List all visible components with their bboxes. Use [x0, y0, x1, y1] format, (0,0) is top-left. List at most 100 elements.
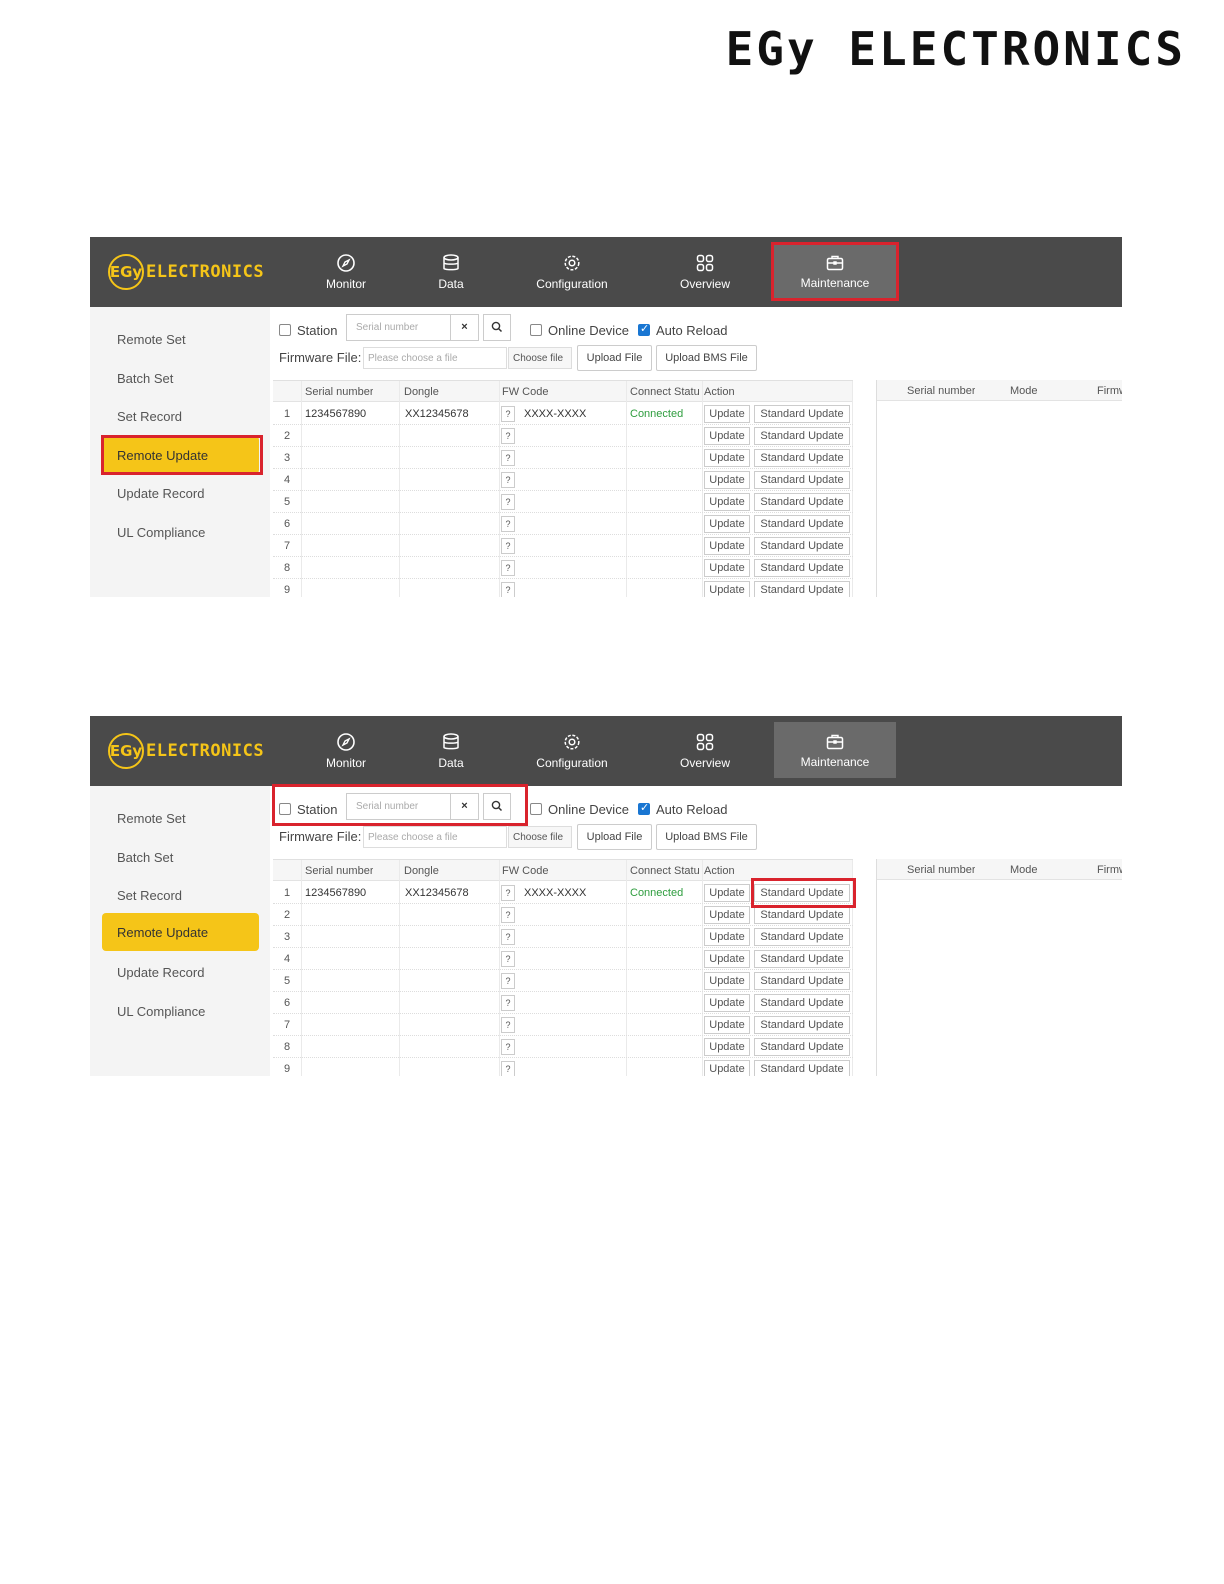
- standard-update-button[interactable]: Standard Update: [754, 449, 850, 467]
- nav-configuration[interactable]: Configuration: [520, 237, 624, 307]
- standard-update-button[interactable]: Standard Update: [754, 581, 850, 597]
- sidebar-item-set-record[interactable]: Set Record: [117, 888, 182, 903]
- upload-bms-file-button[interactable]: Upload BMS File: [656, 824, 757, 850]
- fw-help-button[interactable]: ?: [501, 516, 515, 532]
- standard-update-button[interactable]: Standard Update: [754, 471, 850, 489]
- standard-update-button[interactable]: Standard Update: [754, 906, 850, 924]
- standard-update-button[interactable]: Standard Update: [754, 972, 850, 990]
- table-row[interactable]: 4? Update Standard Update: [273, 948, 853, 970]
- nav-configuration[interactable]: Configuration: [520, 716, 624, 786]
- update-button[interactable]: Update: [704, 515, 750, 533]
- table-row[interactable]: 9? Update Standard Update: [273, 1058, 853, 1076]
- standard-update-button[interactable]: Standard Update: [754, 559, 850, 577]
- table-row[interactable]: 7? Update Standard Update: [273, 1014, 853, 1036]
- fw-help-button[interactable]: ?: [501, 428, 515, 444]
- table-row[interactable]: 4? Update Standard Update: [273, 469, 853, 491]
- fw-help-button[interactable]: ?: [501, 1017, 515, 1033]
- update-button[interactable]: Update: [704, 1038, 750, 1056]
- sidebar-item-remote-update[interactable]: Remote Update: [102, 913, 259, 951]
- fw-help-button[interactable]: ?: [501, 406, 515, 422]
- standard-update-button[interactable]: Standard Update: [754, 928, 850, 946]
- firmware-file-input[interactable]: Please choose a file: [363, 347, 507, 369]
- sidebar-item-batch-set[interactable]: Batch Set: [117, 371, 173, 386]
- standard-update-button[interactable]: Standard Update: [754, 1060, 850, 1076]
- table-row[interactable]: 7? Update Standard Update: [273, 535, 853, 557]
- nav-data[interactable]: Data: [415, 716, 487, 786]
- upload-file-button[interactable]: Upload File: [577, 824, 652, 850]
- update-button[interactable]: Update: [704, 559, 750, 577]
- standard-update-button[interactable]: Standard Update: [754, 994, 850, 1012]
- nav-maintenance[interactable]: Maintenance: [774, 722, 896, 778]
- fw-help-button[interactable]: ?: [501, 560, 515, 576]
- fw-help-button[interactable]: ?: [501, 973, 515, 989]
- fw-help-button[interactable]: ?: [501, 929, 515, 945]
- sidebar-item-batch-set[interactable]: Batch Set: [117, 850, 173, 865]
- sidebar-item-set-record[interactable]: Set Record: [117, 409, 182, 424]
- update-button[interactable]: Update: [704, 1016, 750, 1034]
- table-row[interactable]: 9? Update Standard Update: [273, 579, 853, 597]
- app-logo[interactable]: EGy ELECTRONICS: [108, 254, 264, 290]
- standard-update-button[interactable]: Standard Update: [754, 537, 850, 555]
- update-button[interactable]: Update: [704, 994, 750, 1012]
- choose-file-button[interactable]: Choose file: [508, 826, 572, 848]
- update-button[interactable]: Update: [704, 405, 750, 423]
- online-device-checkbox[interactable]: [530, 324, 542, 336]
- update-button[interactable]: Update: [704, 950, 750, 968]
- table-row[interactable]: 6? Update Standard Update: [273, 513, 853, 535]
- standard-update-button[interactable]: Standard Update: [754, 950, 850, 968]
- fw-help-button[interactable]: ?: [501, 1039, 515, 1055]
- nav-data[interactable]: Data: [415, 237, 487, 307]
- clear-icon[interactable]: ×: [451, 314, 479, 341]
- sidebar-item-update-record[interactable]: Update Record: [117, 965, 204, 980]
- update-button[interactable]: Update: [704, 972, 750, 990]
- search-button[interactable]: [483, 314, 511, 341]
- fw-help-button[interactable]: ?: [501, 995, 515, 1011]
- app-logo[interactable]: EGy ELECTRONICS: [108, 733, 264, 769]
- fw-help-button[interactable]: ?: [501, 1061, 515, 1076]
- online-device-checkbox[interactable]: [530, 803, 542, 815]
- table-row[interactable]: 5? Update Standard Update: [273, 491, 853, 513]
- sidebar-item-update-record[interactable]: Update Record: [117, 486, 204, 501]
- standard-update-button[interactable]: Standard Update: [754, 1016, 850, 1034]
- nav-monitor[interactable]: Monitor: [305, 716, 387, 786]
- table-row[interactable]: 8? Update Standard Update: [273, 1036, 853, 1058]
- serial-search-input[interactable]: Serial number: [346, 314, 451, 341]
- nav-overview[interactable]: Overview: [665, 237, 745, 307]
- update-button[interactable]: Update: [704, 471, 750, 489]
- nav-monitor[interactable]: Monitor: [305, 237, 387, 307]
- fw-help-button[interactable]: ?: [501, 450, 515, 466]
- table-row[interactable]: 2? Update Standard Update: [273, 425, 853, 447]
- auto-reload-checkbox[interactable]: [637, 801, 650, 815]
- table-row[interactable]: 3? Update Standard Update: [273, 926, 853, 948]
- fw-help-button[interactable]: ?: [501, 494, 515, 510]
- update-button[interactable]: Update: [704, 449, 750, 467]
- auto-reload-checkbox[interactable]: [637, 322, 650, 336]
- update-button[interactable]: Update: [704, 537, 750, 555]
- table-row[interactable]: 1 1234567890 XX12345678? XXXX-XXXX Connected…: [273, 403, 853, 425]
- update-button[interactable]: Update: [704, 427, 750, 445]
- sidebar-item-remote-set[interactable]: Remote Set: [117, 811, 186, 826]
- fw-help-button[interactable]: ?: [501, 951, 515, 967]
- fw-help-button[interactable]: ?: [501, 885, 515, 901]
- upload-file-button[interactable]: Upload File: [577, 345, 652, 371]
- standard-update-button[interactable]: Standard Update: [754, 427, 850, 445]
- sidebar-item-remote-set[interactable]: Remote Set: [117, 332, 186, 347]
- choose-file-button[interactable]: Choose file: [508, 347, 572, 369]
- sidebar-item-ul-compliance[interactable]: UL Compliance: [117, 1004, 205, 1019]
- update-button[interactable]: Update: [704, 906, 750, 924]
- standard-update-button[interactable]: Standard Update: [754, 1038, 850, 1056]
- nav-overview[interactable]: Overview: [665, 716, 745, 786]
- table-row[interactable]: 6? Update Standard Update: [273, 992, 853, 1014]
- update-button[interactable]: Update: [704, 884, 750, 902]
- fw-help-button[interactable]: ?: [501, 907, 515, 923]
- fw-help-button[interactable]: ?: [501, 472, 515, 488]
- firmware-file-input[interactable]: Please choose a file: [363, 826, 507, 848]
- update-button[interactable]: Update: [704, 1060, 750, 1076]
- table-row[interactable]: 8? Update Standard Update: [273, 557, 853, 579]
- fw-help-button[interactable]: ?: [501, 538, 515, 554]
- table-row[interactable]: 3? Update Standard Update: [273, 447, 853, 469]
- fw-help-button[interactable]: ?: [501, 582, 515, 597]
- table-row[interactable]: 5? Update Standard Update: [273, 970, 853, 992]
- standard-update-button[interactable]: Standard Update: [754, 515, 850, 533]
- sidebar-item-ul-compliance[interactable]: UL Compliance: [117, 525, 205, 540]
